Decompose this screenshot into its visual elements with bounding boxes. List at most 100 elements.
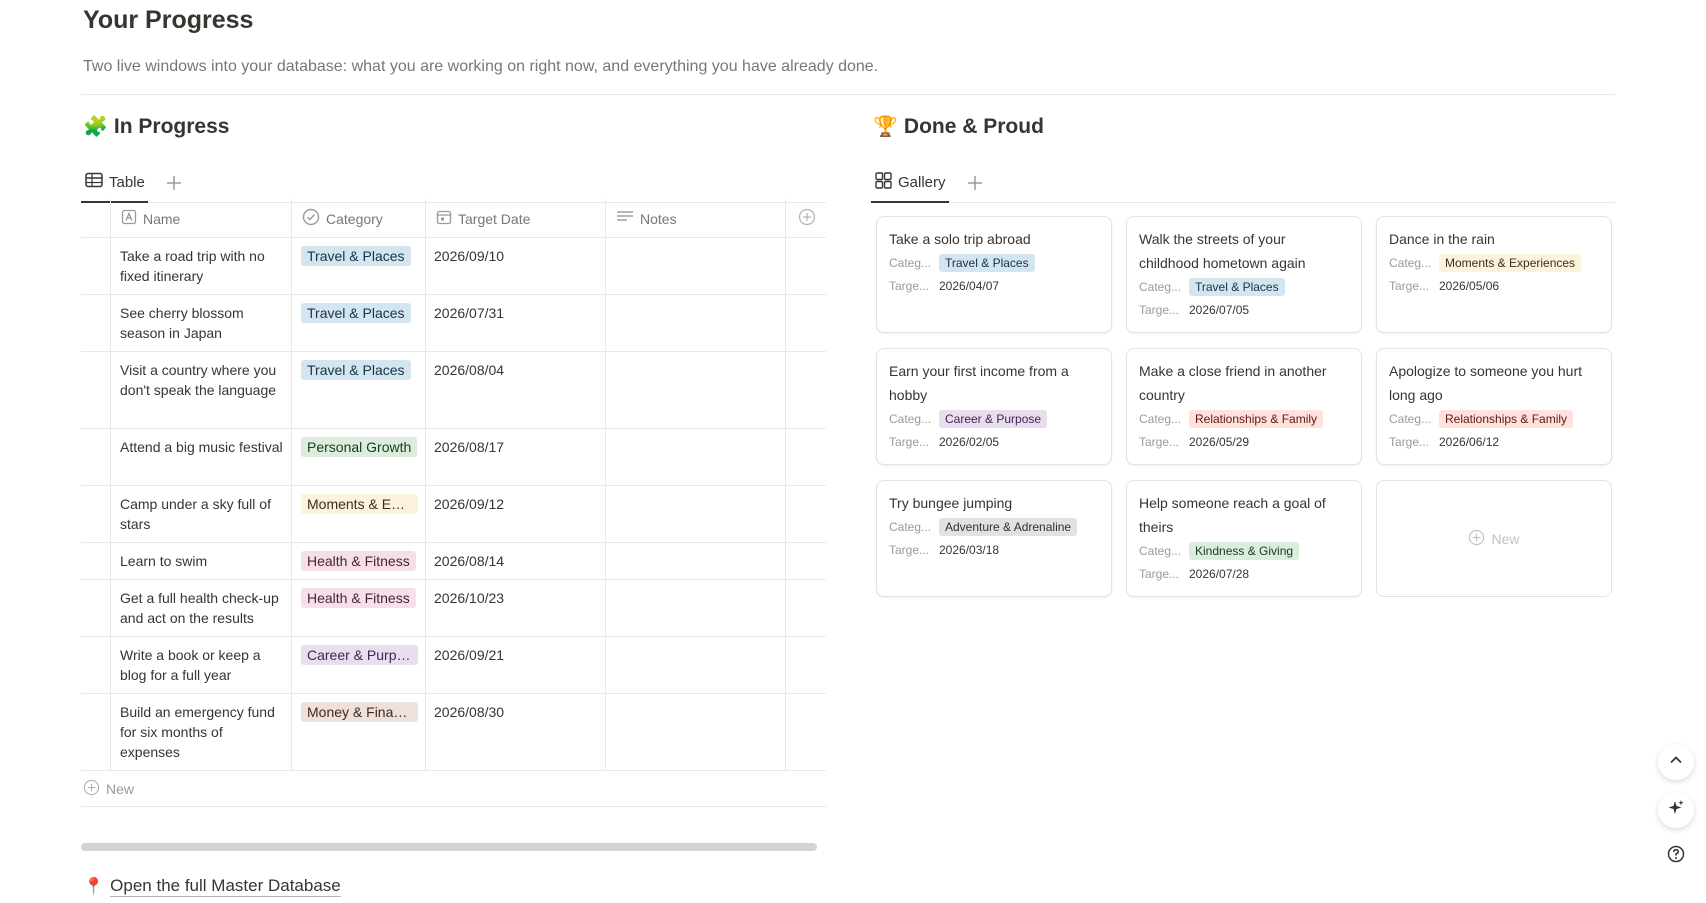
card-category-property: Categ... Adventure & Adrenaline xyxy=(889,515,1099,538)
row-notes-cell[interactable] xyxy=(605,580,785,636)
row-date-cell[interactable]: 2026/08/17 xyxy=(425,429,605,485)
row-name-cell[interactable]: Get a full health check-up and act on th… xyxy=(110,580,291,636)
gallery-card[interactable]: Make a close friend in another country Ca… xyxy=(1126,348,1362,465)
row-category-cell[interactable]: Personal Growth xyxy=(291,429,425,485)
row-notes-cell[interactable] xyxy=(605,694,785,770)
table-row[interactable]: Camp under a sky full of stars Moments & … xyxy=(81,486,826,543)
table-row[interactable]: See cherry blossom season in Japan Travel… xyxy=(81,295,826,352)
target-property-label: Targe... xyxy=(889,278,930,293)
gallery-card[interactable]: Earn your first income from a hobby Categ… xyxy=(876,348,1112,465)
row-date-cell[interactable]: 2026/09/21 xyxy=(425,637,605,693)
table-new-row-button[interactable]: New xyxy=(81,771,826,807)
ai-assistant-button[interactable] xyxy=(1658,792,1694,828)
row-category-cell[interactable]: Travel & Places xyxy=(291,238,425,294)
tab-table[interactable]: Table xyxy=(81,163,148,203)
row-date-cell[interactable]: 2026/09/10 xyxy=(425,238,605,294)
tab-gallery[interactable]: Gallery xyxy=(871,163,949,203)
column-header-name[interactable]: Name xyxy=(110,199,291,238)
table-row[interactable]: Build an emergency fund for six months o… xyxy=(81,694,826,771)
add-view-button[interactable] xyxy=(965,173,985,193)
row-category-cell[interactable]: Travel & Places xyxy=(291,352,425,428)
row-name-cell[interactable]: Attend a big music festival xyxy=(110,429,291,485)
row-date-cell[interactable]: 2026/07/31 xyxy=(425,295,605,351)
gallery-card[interactable]: Help someone reach a goal of theirs Categ… xyxy=(1126,480,1362,597)
row-extra-cell xyxy=(785,295,826,351)
row-notes-cell[interactable] xyxy=(605,352,785,428)
category-tag: Personal Growth xyxy=(301,437,418,457)
table-row[interactable]: Get a full health check-up and act on th… xyxy=(81,580,826,637)
column-header-target-date[interactable]: Target Date xyxy=(425,199,605,238)
row-name-cell[interactable]: Visit a country where you don't speak th… xyxy=(110,352,291,428)
category-tag: Career & Purpose xyxy=(301,645,418,665)
row-notes-cell[interactable] xyxy=(605,429,785,485)
master-database-link[interactable]: 📍 Open the full Master Database xyxy=(83,876,341,897)
row-notes-cell[interactable] xyxy=(605,238,785,294)
row-date-cell[interactable]: 2026/08/30 xyxy=(425,694,605,770)
gallery-card[interactable]: Take a solo trip abroad Categ... Travel & … xyxy=(876,216,1112,333)
category-tag: Relationships & Family xyxy=(1439,409,1574,428)
row-notes-cell[interactable] xyxy=(605,486,785,542)
row-category-cell[interactable]: Travel & Places xyxy=(291,295,425,351)
page-description: Two live windows into your database: wha… xyxy=(83,58,879,75)
row-category-cell[interactable]: Money & Finance xyxy=(291,694,425,770)
card-title: Earn your first income from a hobby xyxy=(889,363,1069,403)
row-name: Attend a big music festival xyxy=(120,439,283,455)
scroll-up-button[interactable] xyxy=(1658,744,1694,780)
add-view-button[interactable] xyxy=(164,173,184,193)
row-name-cell[interactable]: Camp under a sky full of stars xyxy=(110,486,291,542)
card-title: Dance in the rain xyxy=(1389,231,1495,247)
help-button[interactable] xyxy=(1658,838,1694,874)
row-name-cell[interactable]: Write a book or keep a blog for a full y… xyxy=(110,637,291,693)
row-notes-cell[interactable] xyxy=(605,637,785,693)
row-date-cell[interactable]: 2026/08/04 xyxy=(425,352,605,428)
column-header-category[interactable]: Category xyxy=(291,199,425,238)
row-name-cell[interactable]: See cherry blossom season in Japan xyxy=(110,295,291,351)
gallery-card[interactable]: Walk the streets of your childhood homet… xyxy=(1126,216,1362,333)
card-target-date: 2026/07/28 xyxy=(1189,566,1250,581)
table-row[interactable]: Attend a big music festival Personal Grow… xyxy=(81,429,826,486)
puzzle-icon: 🧩 xyxy=(83,116,108,138)
table-row[interactable]: Write a book or keep a blog for a full y… xyxy=(81,637,826,694)
gallery-new-card-button[interactable]: New xyxy=(1376,480,1612,597)
table-row[interactable]: Take a road trip with no fixed itinerary… xyxy=(81,238,826,295)
add-property-button[interactable] xyxy=(785,199,826,238)
row-extra-cell xyxy=(785,486,826,542)
category-property-label: Categ... xyxy=(1389,255,1432,270)
row-notes-cell[interactable] xyxy=(605,295,785,351)
card-category-property: Categ... Travel & Places xyxy=(1139,275,1349,298)
table-row[interactable]: Visit a country where you don't speak th… xyxy=(81,352,826,429)
row-category-cell[interactable]: Career & Purpose xyxy=(291,637,425,693)
horizontal-scrollbar[interactable] xyxy=(81,843,817,851)
row-extra-cell xyxy=(785,543,826,579)
row-category-cell[interactable]: Health & Fitness xyxy=(291,543,425,579)
row-notes-cell[interactable] xyxy=(605,543,785,579)
category-tag: Relationships & Family xyxy=(1189,409,1324,428)
row-target-date: 2026/10/23 xyxy=(434,590,505,606)
gallery-card[interactable]: Apologize to someone you hurt long ago Ca… xyxy=(1376,348,1612,465)
done-heading: 🏆 Done & Proud xyxy=(873,114,1044,139)
row-date-cell[interactable]: 2026/08/14 xyxy=(425,543,605,579)
gallery-card[interactable]: Dance in the rain Categ... Moments & Exper… xyxy=(1376,216,1612,333)
row-name-cell[interactable]: Take a road trip with no fixed itinerary xyxy=(110,238,291,294)
row-category-cell[interactable]: Health & Fitness xyxy=(291,580,425,636)
card-target-property: Targe... 2026/07/05 xyxy=(1139,298,1349,321)
row-date-cell[interactable]: 2026/09/12 xyxy=(425,486,605,542)
card-title: Apologize to someone you hurt long ago xyxy=(1389,363,1583,403)
row-name-cell[interactable]: Learn to swim xyxy=(110,543,291,579)
in-progress-tabbar: Table xyxy=(81,163,826,203)
row-date-cell[interactable]: 2026/10/23 xyxy=(425,580,605,636)
table-row[interactable]: Learn to swim Health & Fitness 2026/08/14 xyxy=(81,543,826,580)
card-title: Help someone reach a goal of theirs xyxy=(1139,495,1326,535)
row-extra-cell xyxy=(785,352,826,428)
card-target-property: Targe... 2026/04/07 xyxy=(889,274,1099,297)
row-name-cell[interactable]: Build an emergency fund for six months o… xyxy=(110,694,291,770)
sparkle-icon xyxy=(1667,799,1685,822)
card-category-property: Categ... Relationships & Family xyxy=(1389,407,1599,430)
gallery-card[interactable]: Try bungee jumping Categ... Adventure & Ad… xyxy=(876,480,1112,597)
card-target-date: 2026/03/18 xyxy=(939,542,1000,557)
row-category-cell[interactable]: Moments & Experiences xyxy=(291,486,425,542)
row-target-date: 2026/08/17 xyxy=(434,439,505,455)
column-header-notes[interactable]: Notes xyxy=(605,199,785,238)
category-property-label: Categ... xyxy=(1389,411,1432,426)
category-tag: Career & Purpose xyxy=(939,409,1048,428)
